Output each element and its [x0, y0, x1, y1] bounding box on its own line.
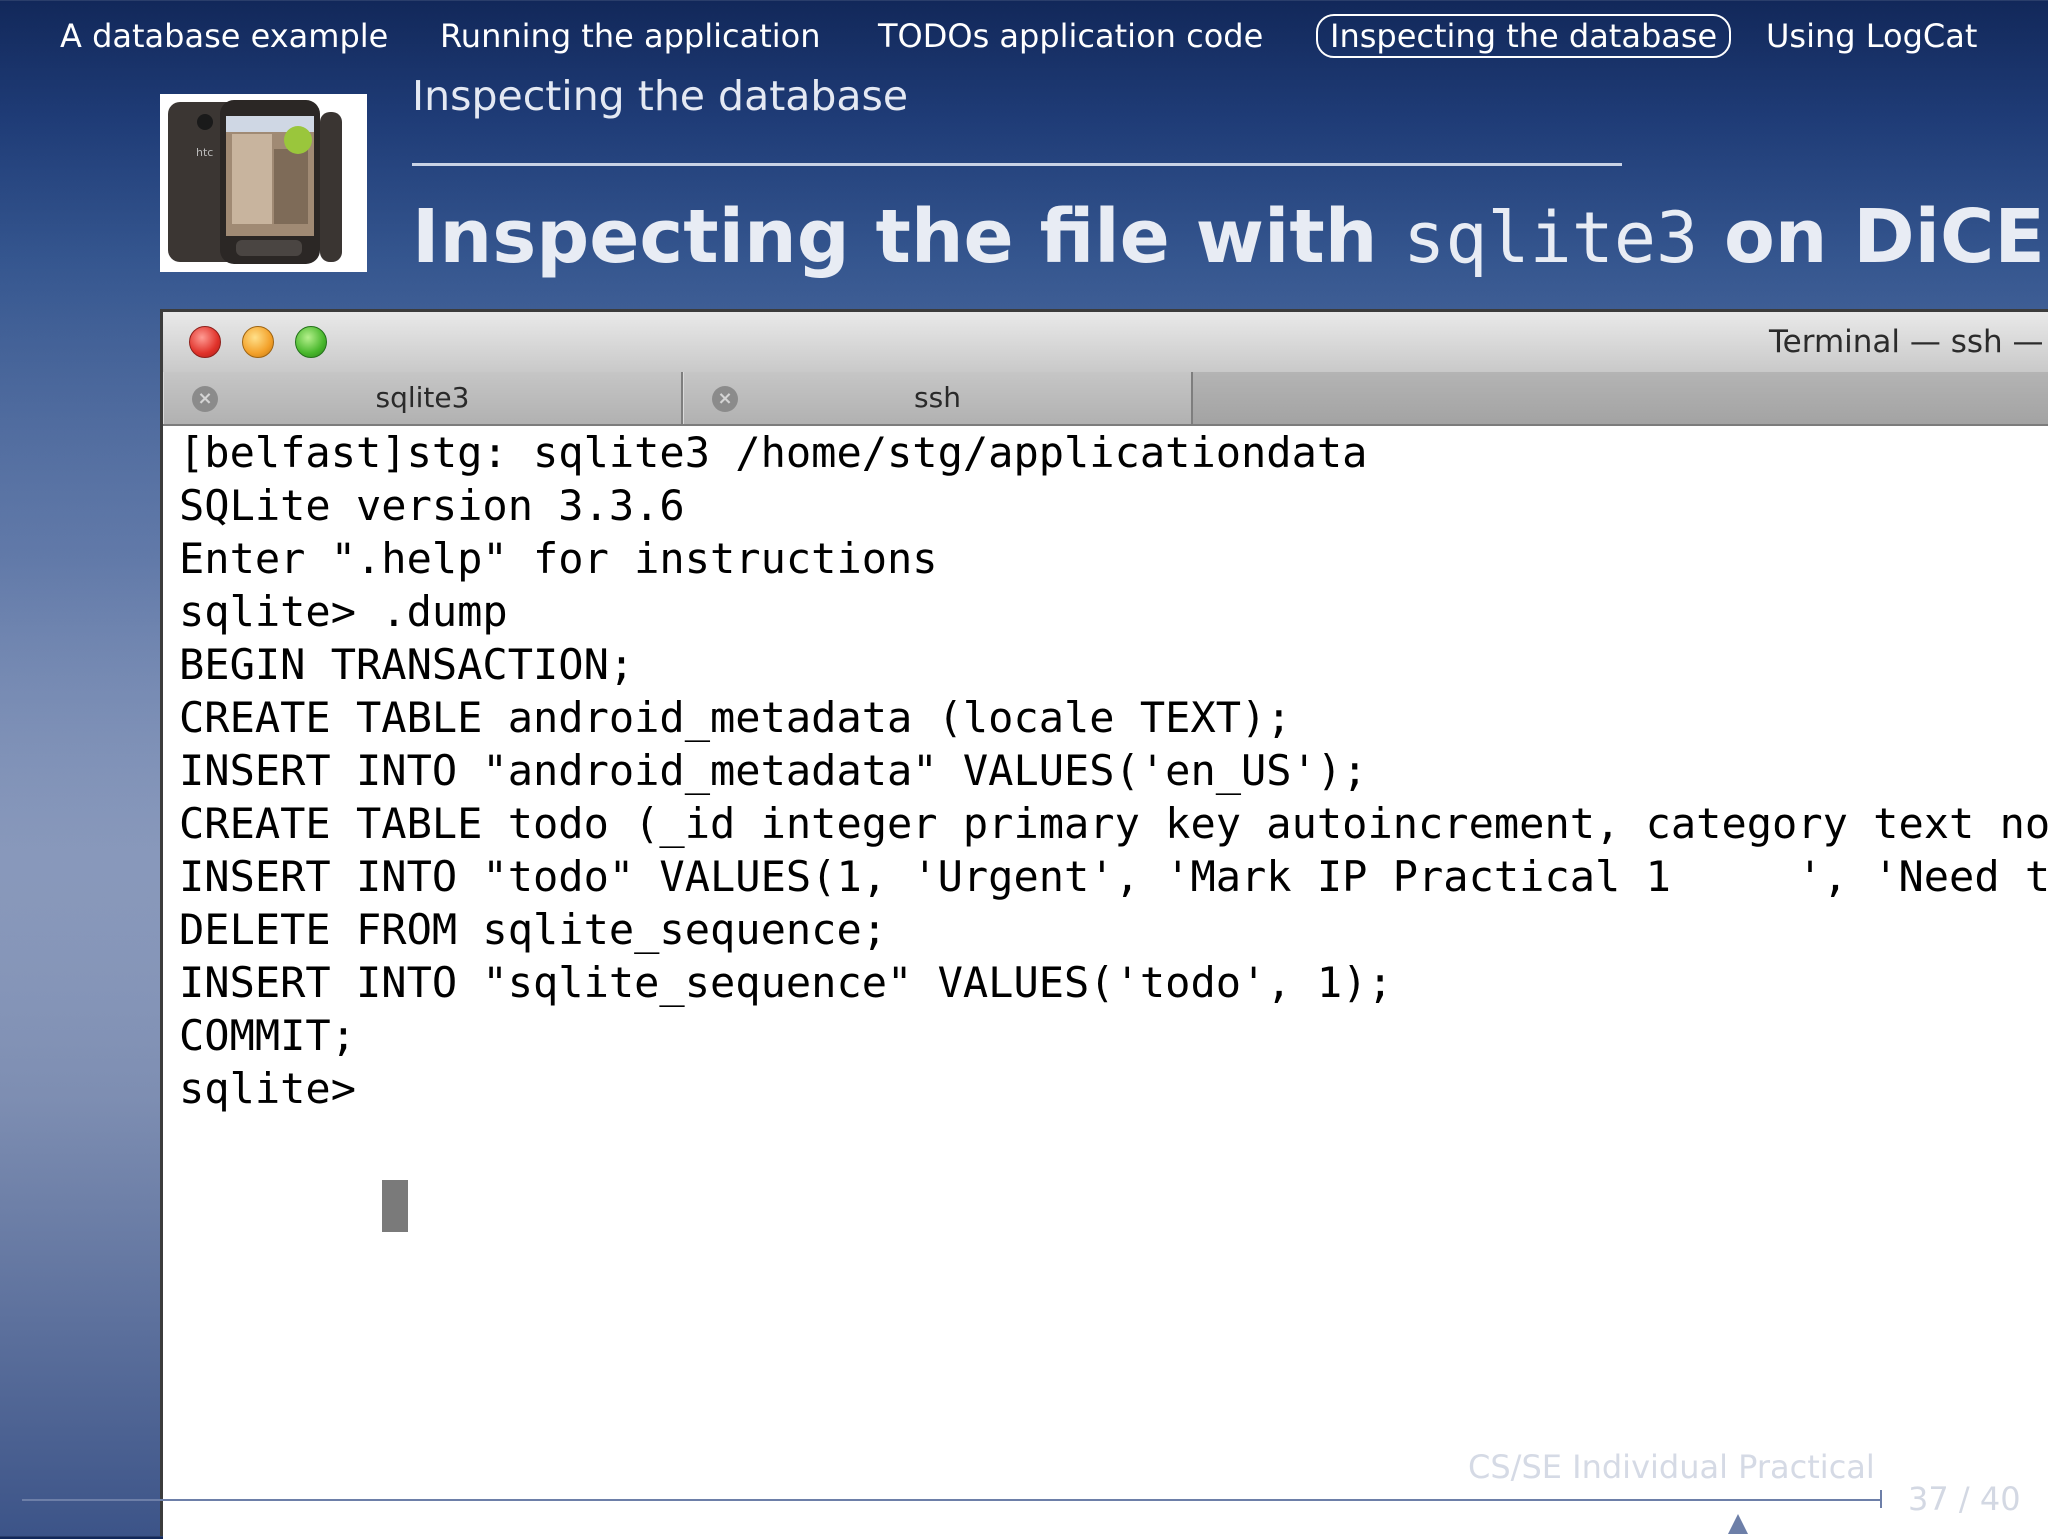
- nav-item-running-application[interactable]: Running the application: [428, 14, 833, 58]
- nav-item-database-example[interactable]: A database example: [48, 14, 400, 58]
- terminal-line: CREATE TABLE todo (_id integer primary k…: [179, 799, 2048, 848]
- terminal-line: sqlite> .dump: [179, 587, 508, 636]
- terminal-line: INSERT INTO "android_metadata" VALUES('e…: [179, 746, 1368, 795]
- terminal-titlebar[interactable]: Terminal — ssh —: [163, 312, 2048, 373]
- tab-ssh[interactable]: × ssh: [683, 372, 1193, 424]
- title-divider: [412, 163, 1622, 166]
- section-navigation: A database example Running the applicati…: [0, 0, 2048, 76]
- zoom-window-button[interactable]: [295, 326, 327, 358]
- frame-title-prefix: Inspecting the file with: [412, 194, 1378, 280]
- terminal-line: DELETE FROM sqlite_sequence;: [179, 905, 888, 954]
- terminal-output[interactable]: [belfast]stg: sqlite3 /home/stg/applicat…: [163, 426, 2048, 1539]
- tab-sqlite3[interactable]: × sqlite3: [163, 372, 683, 424]
- terminal-line: [belfast]stg: sqlite3 /home/stg/applicat…: [179, 428, 1368, 477]
- terminal-line: CREATE TABLE android_metadata (locale TE…: [179, 693, 1292, 742]
- terminal-line: INSERT INTO "todo" VALUES(1, 'Urgent', '…: [179, 852, 2048, 901]
- terminal-line: BEGIN TRANSACTION;: [179, 640, 635, 689]
- progress-line-end: [1880, 1490, 1882, 1508]
- terminal-prompt-line: sqlite>: [179, 1064, 382, 1113]
- terminal-line: INSERT INTO "sqlite_sequence" VALUES('to…: [179, 958, 1393, 1007]
- section-title: Inspecting the database: [412, 72, 909, 120]
- nav-item-todos-code[interactable]: TODOs application code: [866, 14, 1275, 58]
- tab-label-ssh: ssh: [914, 381, 961, 414]
- frame-title: Inspecting the file with sqlite3 on DiCE: [412, 194, 2045, 280]
- htc-phone-image: htc: [160, 94, 367, 272]
- nav-item-using-logcat[interactable]: Using LogCat: [1754, 14, 1989, 58]
- progress-line: [22, 1499, 1882, 1501]
- up-arrow-icon[interactable]: [1728, 1514, 1748, 1534]
- tab-label-sqlite3: sqlite3: [375, 381, 470, 414]
- side-shade: [0, 300, 170, 1536]
- page-number: 37 / 40: [1908, 1480, 2021, 1518]
- window-title: Terminal — ssh —: [1769, 324, 2044, 360]
- terminal-line: COMMIT;: [179, 1011, 357, 1060]
- svg-text:htc: htc: [196, 146, 213, 159]
- terminal-cursor: [382, 1180, 408, 1232]
- minimize-window-button[interactable]: [242, 326, 274, 358]
- terminal-window: Terminal — ssh — × sqlite3 × ssh [belfas…: [160, 309, 2048, 1539]
- close-window-button[interactable]: [189, 326, 221, 358]
- terminal-line: SQLite version 3.3.6: [179, 481, 685, 530]
- nav-item-inspecting-database[interactable]: Inspecting the database: [1316, 14, 1732, 58]
- htc-android-phone-icon: htc: [160, 94, 367, 272]
- frame-title-suffix: on DiCE: [1723, 194, 2045, 280]
- frame-title-code: sqlite3: [1403, 197, 1699, 279]
- footer-course-title: CS/SE Individual Practical: [1468, 1448, 1875, 1486]
- terminal-line: Enter ".help" for instructions: [179, 534, 938, 583]
- terminal-tab-bar: × sqlite3 × ssh: [163, 372, 2048, 426]
